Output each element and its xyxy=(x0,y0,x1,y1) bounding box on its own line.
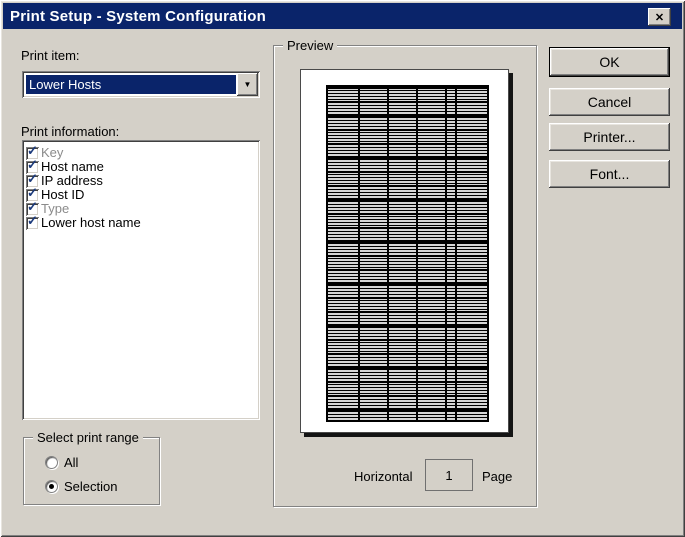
list-item-label: Type xyxy=(41,202,69,216)
print-item-label: Print item: xyxy=(21,48,80,63)
list-item-label: Key xyxy=(41,146,63,160)
printer-button-label: Printer... xyxy=(583,129,635,145)
check-icon: ✓ xyxy=(27,200,38,214)
print-range-group: Select print range All Selection xyxy=(23,437,160,505)
check-icon: ✓ xyxy=(27,214,38,228)
check-icon: ✓ xyxy=(27,186,38,200)
print-information-list: ✓ Key ✓ Host name ✓ IP address ✓ Host ID… xyxy=(22,140,260,420)
list-item[interactable]: ✓ Type xyxy=(26,202,260,216)
print-range-group-label: Select print range xyxy=(33,430,143,445)
font-button[interactable]: Font... xyxy=(549,160,670,188)
radio-label: All xyxy=(64,455,78,470)
preview-group: Preview Horizontal 1 Page xyxy=(273,45,537,507)
print-item-combobox[interactable]: Lower Hosts ▼ xyxy=(22,71,260,98)
list-item-label: Host ID xyxy=(41,188,84,202)
list-item[interactable]: ✓ Host name xyxy=(26,160,260,174)
close-icon: ✕ xyxy=(655,11,664,24)
pages-count: 1 xyxy=(445,468,452,483)
preview-group-label: Preview xyxy=(283,38,337,53)
radio-label: Selection xyxy=(64,479,117,494)
print-setup-dialog: Print Setup - System Configuration ✕ Pri… xyxy=(0,0,685,537)
print-information-label: Print information: xyxy=(21,124,119,139)
radio-button[interactable] xyxy=(45,456,58,469)
list-item[interactable]: ✓ IP address xyxy=(26,174,260,188)
list-item[interactable]: ✓ Host ID xyxy=(26,188,260,202)
list-item-label: Host name xyxy=(41,160,104,174)
list-item-label: Lower host name xyxy=(41,216,141,230)
page-label: Page xyxy=(482,469,512,484)
cancel-button-label: Cancel xyxy=(588,94,632,110)
radio-button[interactable] xyxy=(45,480,58,493)
print-item-selected-value: Lower Hosts xyxy=(26,75,236,94)
chevron-down-icon: ▼ xyxy=(244,80,252,89)
radio-option-selection[interactable]: Selection xyxy=(45,479,117,494)
preview-page xyxy=(300,69,509,433)
check-icon: ✓ xyxy=(27,158,38,172)
checkbox[interactable]: ✓ xyxy=(26,217,39,230)
print-preview-grid xyxy=(326,85,489,422)
check-icon: ✓ xyxy=(27,172,38,186)
ok-button[interactable]: OK xyxy=(549,47,670,77)
title-bar: Print Setup - System Configuration xyxy=(3,3,682,29)
ok-button-label: OK xyxy=(599,54,619,70)
cancel-button[interactable]: Cancel xyxy=(549,88,670,116)
horizontal-pages-value: 1 xyxy=(425,459,473,491)
list-item[interactable]: ✓ Lower host name xyxy=(26,216,260,230)
radio-option-all[interactable]: All xyxy=(45,455,78,470)
window-title: Print Setup - System Configuration xyxy=(10,8,266,25)
printer-button[interactable]: Printer... xyxy=(549,123,670,151)
font-button-label: Font... xyxy=(590,166,630,182)
list-item-label: IP address xyxy=(41,174,103,188)
list-item[interactable]: ✓ Key xyxy=(26,146,260,160)
close-button[interactable]: ✕ xyxy=(648,8,671,26)
horizontal-label: Horizontal xyxy=(354,469,413,484)
check-icon: ✓ xyxy=(27,144,38,158)
combobox-dropdown-button[interactable]: ▼ xyxy=(237,73,258,96)
